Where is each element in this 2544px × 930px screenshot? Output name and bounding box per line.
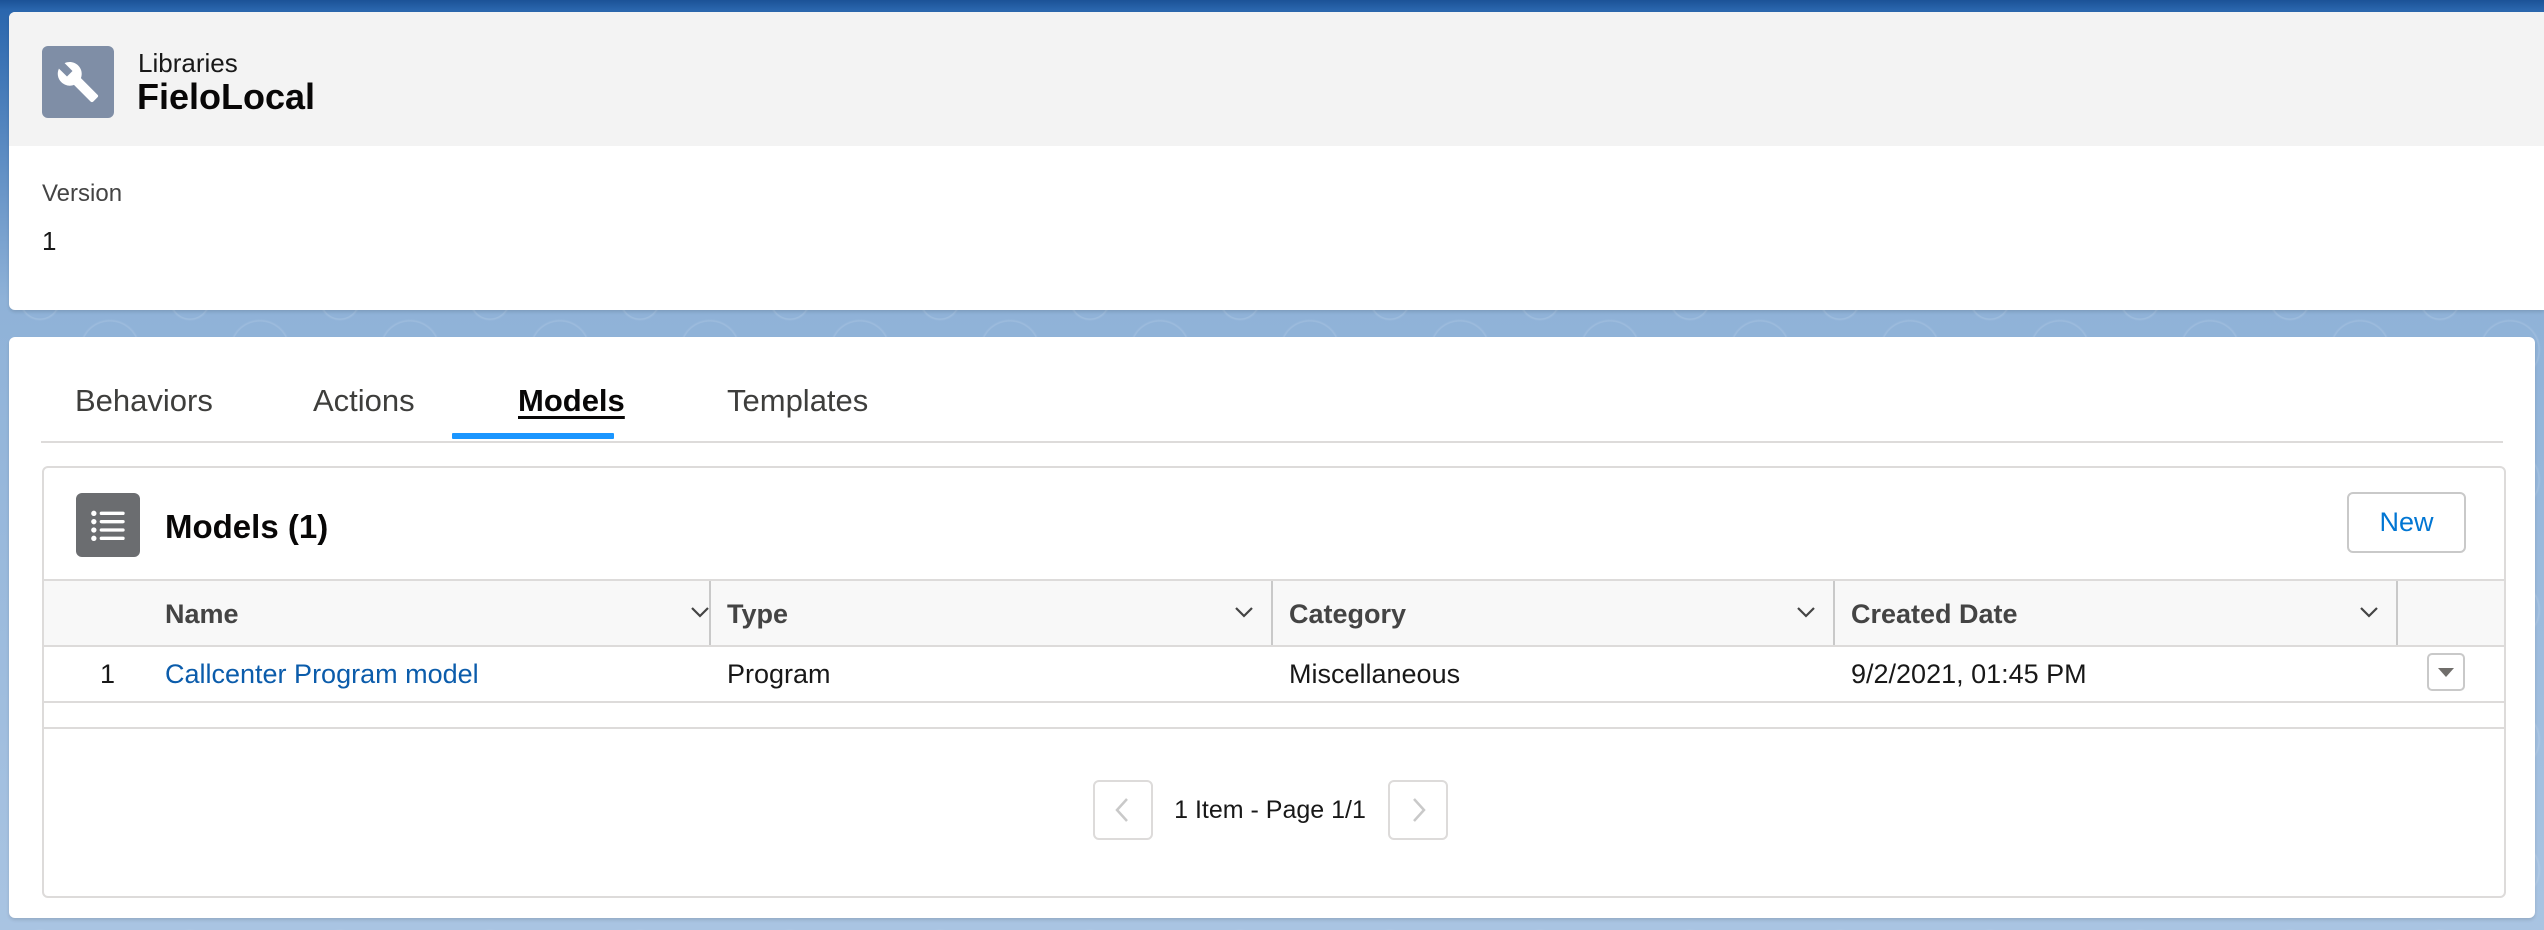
- new-button[interactable]: New: [2347, 492, 2466, 553]
- chevron-down-icon[interactable]: [2352, 595, 2386, 629]
- tab-models[interactable]: Models: [518, 383, 625, 419]
- column-header-label: Category: [1289, 599, 1407, 629]
- chevron-right-icon: [1413, 798, 1426, 822]
- column-header-type[interactable]: Type: [727, 581, 1287, 645]
- chevron-left-icon: [1115, 798, 1128, 822]
- tab-bar: Behaviors Actions Models Templates: [41, 337, 2503, 443]
- column-divider[interactable]: [2396, 581, 2398, 645]
- related-tabs-card: Behaviors Actions Models Templates Model…: [9, 337, 2535, 918]
- table-bottom-divider: [44, 727, 2504, 729]
- column-header-label: Name: [165, 599, 239, 629]
- tab-actions[interactable]: Actions: [313, 383, 415, 419]
- tab-behaviors[interactable]: Behaviors: [75, 383, 213, 419]
- caret-down-icon: [2438, 668, 2454, 677]
- chevron-down-icon[interactable]: [1227, 595, 1261, 629]
- row-number: 1: [100, 659, 116, 689]
- version-field-label: Version: [42, 180, 123, 207]
- models-related-list: Models (1) New Name Type Category Create…: [42, 466, 2506, 898]
- model-created-date-cell: 9/2/2021, 01:45 PM: [1851, 659, 2087, 689]
- column-header-label: Created Date: [1851, 599, 2018, 629]
- active-tab-indicator: [452, 433, 614, 439]
- column-header-created-date[interactable]: Created Date: [1851, 581, 2411, 645]
- column-divider[interactable]: [1833, 581, 1835, 645]
- record-title: FieloLocal: [137, 76, 316, 117]
- column-header-name[interactable]: Name: [165, 581, 725, 645]
- next-page-button[interactable]: [1388, 780, 1448, 840]
- chevron-down-icon[interactable]: [683, 595, 717, 629]
- model-category-cell: Miscellaneous: [1289, 659, 1461, 689]
- related-list-title: Models (1): [165, 508, 329, 545]
- version-field-value: 1: [42, 226, 57, 256]
- chevron-down-icon[interactable]: [1789, 595, 1823, 629]
- model-name-link[interactable]: Callcenter Program model: [165, 659, 479, 690]
- previous-page-button[interactable]: [1093, 780, 1153, 840]
- table-header: Name Type Category Created Date: [44, 579, 2504, 647]
- table-row: 1 Callcenter Program model Program Misce…: [44, 645, 2504, 703]
- record-highlights: Libraries FieloLocal: [9, 12, 2544, 146]
- column-header-label: Type: [727, 599, 789, 629]
- column-divider[interactable]: [1271, 581, 1273, 645]
- wrench-icon: [42, 46, 114, 118]
- column-divider[interactable]: [709, 581, 711, 645]
- column-header-category[interactable]: Category: [1289, 581, 1849, 645]
- tab-templates[interactable]: Templates: [727, 383, 868, 419]
- model-type-cell: Program: [727, 659, 831, 689]
- row-actions-button[interactable]: [2427, 653, 2465, 691]
- pagination-status: 1 Item - Page 1/1: [1174, 796, 1366, 824]
- record-header-card: Libraries FieloLocal Version 1: [9, 12, 2544, 310]
- object-type-label: Libraries: [138, 48, 238, 78]
- list-icon: [76, 493, 140, 557]
